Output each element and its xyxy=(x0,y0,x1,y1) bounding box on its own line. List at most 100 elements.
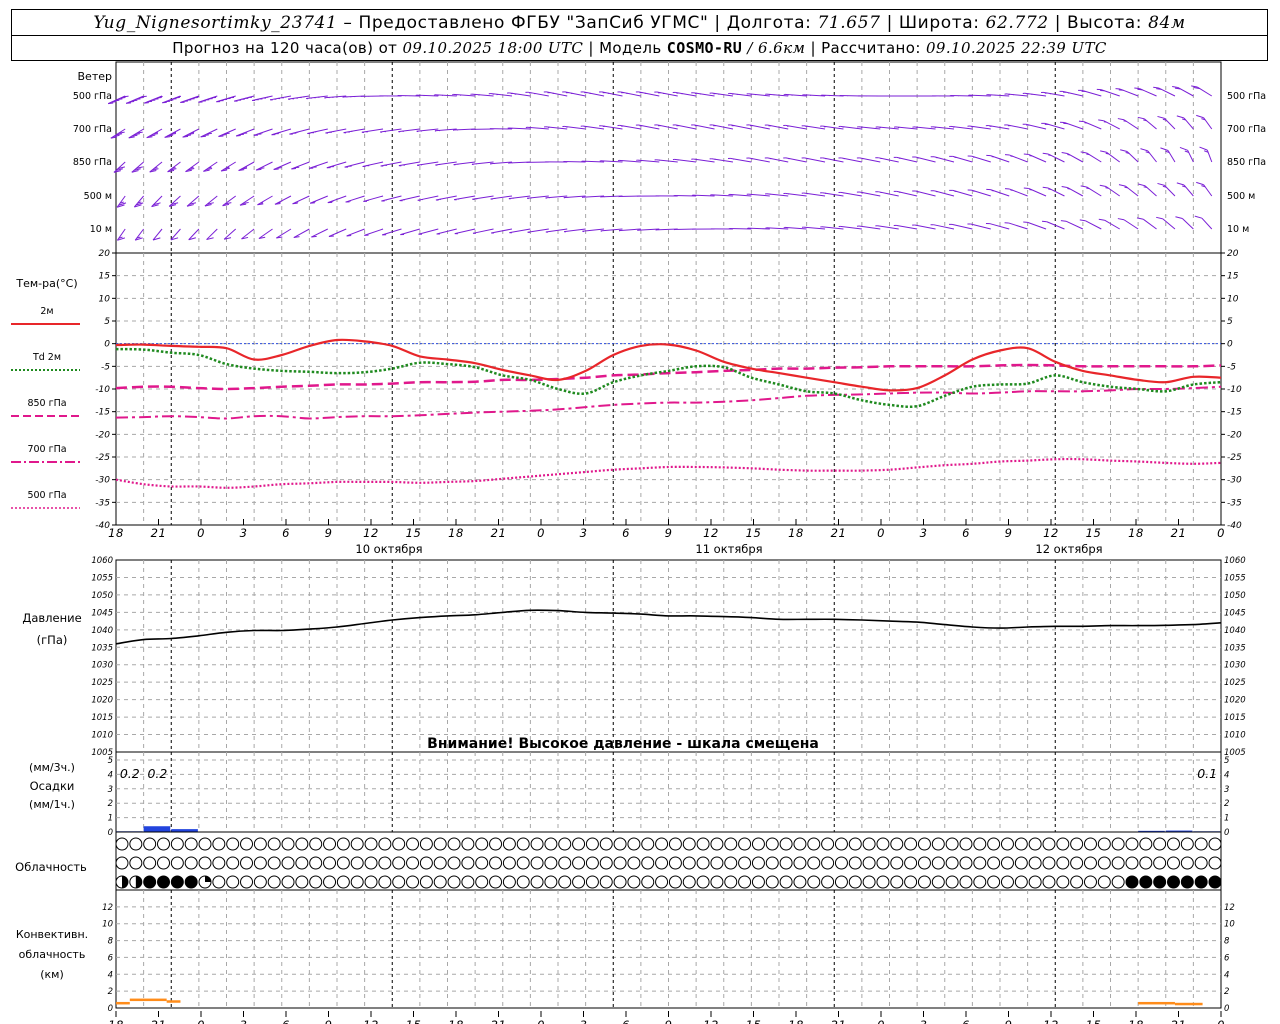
cloud-cover-circle-empty xyxy=(751,856,765,870)
wind-barb-shaft xyxy=(293,228,310,238)
cloud-cover-circle-empty xyxy=(1194,837,1208,851)
xaxis-bottom-tick-label: 18 xyxy=(108,1018,124,1024)
convective-title-2: облачность xyxy=(19,948,86,961)
pressure-ytick-label-right: 1025 xyxy=(1224,678,1246,688)
cloud-title: Облачность xyxy=(15,860,87,874)
cloud-cover-circle-empty xyxy=(281,875,295,889)
pressure-ytick-label-right: 1035 xyxy=(1224,643,1246,653)
wind-level-label-left: 10 м xyxy=(90,224,112,235)
wind-barb-feather xyxy=(1098,119,1104,122)
pressure-ytick-label-right: 1030 xyxy=(1224,661,1246,671)
wind-level-label-left: 500 м xyxy=(84,191,112,202)
cloud-cover-circle-empty xyxy=(599,875,613,889)
wind-barb-feather xyxy=(1079,219,1086,222)
xaxis-bottom-tick-label: 21 xyxy=(1171,1018,1187,1024)
temp-ytick-label-left: 0 xyxy=(104,340,110,350)
wind-barb-feather xyxy=(276,167,282,169)
precip-unit-3h: (мм/3ч.) xyxy=(29,761,75,774)
cloud-cover-circle-empty xyxy=(765,856,779,870)
xaxis-bottom-tick-label: 9 xyxy=(325,1018,333,1024)
wind-barb-half-feather xyxy=(172,167,176,169)
wind-barb-shaft xyxy=(435,195,457,201)
cloud-cover-circle-empty xyxy=(876,875,890,889)
wind-barb-shaft xyxy=(346,228,365,237)
cloud-cover-circle-empty xyxy=(350,856,364,870)
temp-ytick-label-left: -35 xyxy=(95,498,110,508)
temp-ytick-label-right: 10 xyxy=(1227,294,1239,304)
wind-barb-shaft xyxy=(509,228,531,234)
cloud-cover-circle-empty xyxy=(848,875,862,889)
temp-ytick-label-right: 20 xyxy=(1227,249,1239,259)
cloud-cover-circle-empty xyxy=(406,875,420,889)
wind-barb-shaft xyxy=(345,195,365,203)
xaxis-bottom-tick-label: 21 xyxy=(151,1018,167,1024)
wind-level-label-right: 500 гПа xyxy=(1227,91,1266,102)
wind-barb-shaft xyxy=(251,95,273,101)
cloud-cover-circle-empty xyxy=(253,875,267,889)
xaxis-mid-tick-label: 15 xyxy=(406,526,422,540)
wind-barb-feather xyxy=(1157,115,1165,119)
cloud-cover-circle-empty xyxy=(267,837,281,851)
wind-barb-shaft xyxy=(1123,219,1139,230)
temp-ytick-label-right: -30 xyxy=(1227,476,1242,486)
cloud-cover-circle-empty xyxy=(890,856,904,870)
cloud-cover-circle-empty xyxy=(433,875,447,889)
cloud-cover-circle-full xyxy=(1180,875,1194,889)
cloud-cover-circle-empty xyxy=(364,875,378,889)
cloud-cover-circle-empty xyxy=(364,856,378,870)
cloud-cover-circle-empty xyxy=(917,856,931,870)
precip-ytick-label-left: 4 xyxy=(108,770,113,780)
wind-barb-half-feather xyxy=(226,166,230,169)
wind-barb-shaft xyxy=(269,95,292,101)
cloud-cover-circle-full xyxy=(184,875,198,889)
temp-ytick-label-left: 10 xyxy=(99,294,111,304)
convective-segment xyxy=(1138,1001,1175,1005)
wind-barb-shaft xyxy=(273,161,292,170)
cloud-cover-circle-empty xyxy=(502,875,516,889)
precip-ytick-label-right: 4 xyxy=(1224,770,1229,780)
cloud-cover-circle-empty xyxy=(765,875,779,889)
temp-ytick-label-right: 0 xyxy=(1227,340,1233,350)
wind-barb-feather xyxy=(221,134,227,136)
wind-barb-shaft xyxy=(380,128,402,133)
xaxis-mid-tick-label: 21 xyxy=(151,526,167,540)
cloud-cover-circle-empty xyxy=(516,837,530,851)
cloud-cover-circle-empty xyxy=(115,856,129,870)
cloud-cover-circle-empty xyxy=(668,875,682,889)
cloud-cover-circle-empty xyxy=(696,837,710,851)
wind-level-label-right: 850 гПа xyxy=(1227,157,1266,168)
pressure-ytick-label-left: 1025 xyxy=(91,678,113,688)
wind-barb-feather xyxy=(206,132,212,135)
xaxis-day-label: 11 октября xyxy=(695,542,762,556)
wind-barb-feather xyxy=(1118,184,1126,187)
cloud-cover-circle-empty xyxy=(738,875,752,889)
wind-barb-feather xyxy=(1176,182,1185,186)
convective-ytick-label-left: 0 xyxy=(108,1004,113,1014)
cloud-cover-circle-empty xyxy=(1056,875,1070,889)
cloud-cover-circle-empty xyxy=(945,875,959,889)
wind-barb-feather xyxy=(1160,147,1169,151)
cloud-cover-circle-empty xyxy=(641,837,655,851)
cloud-cover-circle-empty xyxy=(157,856,171,870)
cloud-cover-circle-empty xyxy=(655,875,669,889)
cloud-cover-circle-empty xyxy=(655,856,669,870)
cloud-cover-circle-empty xyxy=(599,856,613,870)
cloud-cover-circle-empty xyxy=(392,875,406,889)
wind-barb-shaft xyxy=(258,228,273,239)
wind-barb-half-feather xyxy=(190,166,194,169)
cloud-cover-circle-empty xyxy=(821,856,835,870)
cloud-cover-circle-empty xyxy=(115,837,129,851)
cloud-cover-circle-empty xyxy=(1070,856,1084,870)
convective-ytick-label-right: 8 xyxy=(1224,937,1230,947)
cloud-cover-circle-empty xyxy=(765,837,779,851)
cloud-cover-circle-empty xyxy=(1097,856,1111,870)
cloud-cover-circle-empty xyxy=(959,856,973,870)
wind-barb-feather xyxy=(200,135,206,138)
cloud-cover-circle-empty xyxy=(738,856,752,870)
xaxis-bottom-tick-label: 15 xyxy=(406,1018,422,1024)
wind-barb-feather xyxy=(138,97,144,99)
pressure-ytick-label-left: 1020 xyxy=(91,696,113,706)
cloud-cover-circle-empty xyxy=(1028,875,1042,889)
wind-barb-feather xyxy=(1156,216,1163,220)
temp-ytick-label-left: 20 xyxy=(99,249,111,259)
